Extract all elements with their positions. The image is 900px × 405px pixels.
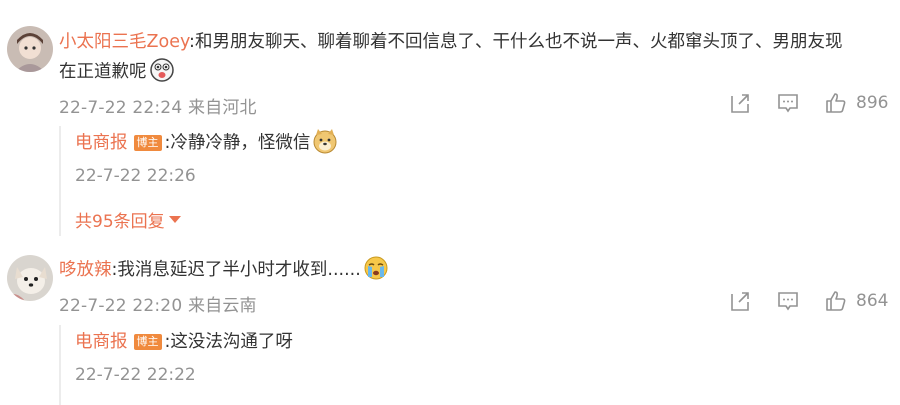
reply-time: 22-7-22 22:22 <box>75 365 196 385</box>
reply-block: 电商报 博主:这没法沟通了呀 22-7-22 22:22 <box>59 325 900 405</box>
comment-icon[interactable] <box>776 289 800 313</box>
comment-item: 哆放辣:我消息延迟了半小时才收到...... 22-7-22 22:20 来自云… <box>0 245 900 405</box>
author-badge: 博主 <box>133 135 162 151</box>
like-count: 896 <box>856 93 889 113</box>
comment-icon[interactable] <box>776 91 800 115</box>
comment-text-line2: 在正道歉呢 <box>59 62 147 82</box>
comment-actions: 864 <box>728 286 888 316</box>
reply-block: 电商报 博主:冷静冷静，怪微信 22-7-22 22:26 共95条回复 <box>59 126 900 236</box>
comment-actions: 896 <box>728 88 888 118</box>
comment-text: 小太阳三毛Zoey:和男朋友聊天、聊着聊着不回信息了、干什么也不说一声、火都窜头… <box>59 27 889 87</box>
more-replies-link[interactable]: 共95条回复 <box>75 207 181 232</box>
author-badge: 博主 <box>133 334 162 350</box>
reply-text: 电商报 博主:冷静冷静，怪微信 <box>75 128 338 158</box>
reply-author[interactable]: 电商报 <box>75 332 128 352</box>
comment-item: 小太阳三毛Zoey:和男朋友聊天、聊着聊着不回信息了、干什么也不说一声、火都窜头… <box>0 0 900 245</box>
avatar[interactable] <box>7 255 53 301</box>
more-replies-label: 共95条回复 <box>75 212 165 232</box>
caret-down-icon <box>168 216 181 223</box>
like-icon[interactable] <box>824 91 848 115</box>
share-icon[interactable] <box>728 91 752 115</box>
comment-text-line1: :我消息延迟了半小时才收到...... <box>111 260 361 280</box>
reply-time: 22-7-22 22:26 <box>75 166 196 186</box>
comment-username[interactable]: 哆放辣 <box>59 260 112 280</box>
reply-text: 电商报 博主:这没法沟通了呀 <box>75 327 293 357</box>
surprised-face-emoji-icon <box>149 57 175 83</box>
reply-author[interactable]: 电商报 <box>75 133 128 153</box>
comment-time-location: 22-7-22 22:20 来自云南 <box>59 296 257 316</box>
like-count: 864 <box>856 291 889 311</box>
comment-username[interactable]: 小太阳三毛Zoey <box>59 32 189 52</box>
share-icon[interactable] <box>728 289 752 313</box>
reply-content: :冷静冷静，怪微信 <box>164 133 311 153</box>
reply-content: :这没法沟通了呀 <box>164 332 293 352</box>
comment-time-location: 22-7-22 22:24 来自河北 <box>59 98 257 118</box>
comment-text: 哆放辣:我消息延迟了半小时才收到...... <box>59 255 889 285</box>
comment-text-line1: :和男朋友聊天、聊着聊着不回信息了、干什么也不说一声、火都窜头顶了、男朋友现 <box>189 32 843 52</box>
doge-emoji-icon <box>312 128 338 154</box>
crying-face-emoji-icon <box>363 255 389 281</box>
like-icon[interactable] <box>824 289 848 313</box>
avatar[interactable] <box>7 26 53 72</box>
